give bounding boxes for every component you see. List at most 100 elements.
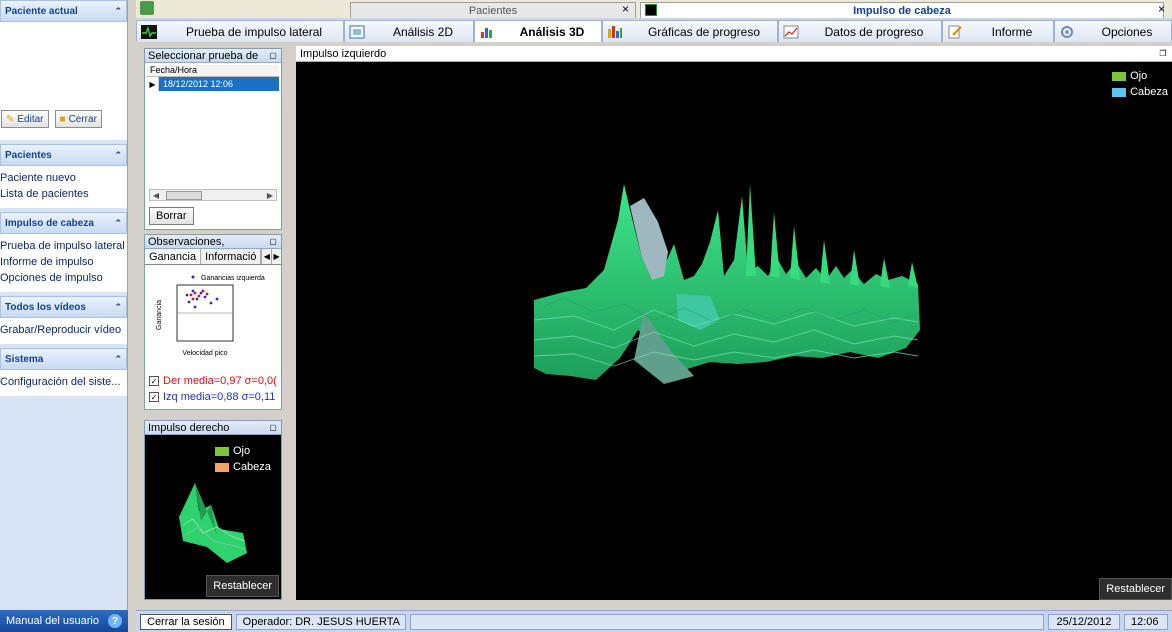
monitor-icon [645, 4, 657, 16]
pin-icon[interactable]: ▢ [268, 237, 278, 247]
select-test-header: Seleccionar prueba de ▢ [145, 49, 281, 63]
videos-header[interactable]: Todos los vídeos ⌃ [0, 296, 127, 318]
pulse-icon [141, 24, 157, 39]
edit-label: Editar [17, 113, 44, 125]
legend-item: Cabeza [1112, 84, 1168, 100]
left-mean-checkbox[interactable]: ✓ [149, 392, 159, 402]
column-header-date: Fecha/Hora [147, 65, 279, 77]
tab-progress-data[interactable]: Datos de progreso [778, 20, 942, 42]
tab-information[interactable]: Informació [201, 249, 262, 264]
left-impulse-surface [534, 184, 920, 384]
legend-label: Ojo [1130, 70, 1148, 82]
table-row[interactable]: ▶ 18/12/2012 12:06 [147, 77, 279, 91]
right-impulse-3d-view[interactable]: Ojo Cabeza Restablecer [145, 435, 281, 599]
scroll-right-icon[interactable]: ▶ [264, 191, 276, 200]
collapse-icon[interactable]: ⌃ [114, 218, 122, 229]
pin-icon[interactable]: ▢ [268, 51, 278, 61]
gain-scatter-plot: Ganancias izquierda Ganancia Velocidad p… [156, 275, 265, 357]
tab-report[interactable]: Informe [942, 20, 1054, 42]
tab-label: Datos de progreso [824, 24, 924, 39]
pencil-icon: ✎ [6, 113, 15, 125]
sidebar-item-impulse-options[interactable]: Opciones de impulso [0, 270, 127, 286]
tab-label: Informe [991, 24, 1033, 39]
legend-item: Ojo [215, 443, 271, 459]
current-patient-section: Paciente actual ⌃ ✎ Editar ■ Cerrar [0, 0, 127, 140]
sidebar-item-lateral-test[interactable]: Prueba de impulso lateral [0, 238, 127, 254]
collapse-icon[interactable]: ⌃ [114, 302, 122, 313]
patients-header[interactable]: Pacientes ⌃ [0, 144, 127, 166]
legend-item: Cabeza [215, 459, 271, 475]
sidebar-item-new-patient[interactable]: Paciente nuevo [0, 170, 127, 186]
right-impulse-header: Impulso derecho ▢ [145, 421, 281, 435]
tab-label: Gráficas de progreso [647, 24, 761, 39]
tab-3d-analysis[interactable]: Análisis 3D [474, 20, 602, 42]
sidebar-item-record-video[interactable]: Grabar/Reproducir vídeo [0, 322, 127, 338]
legend-swatch [215, 462, 229, 472]
tab-label: Prueba de impulso lateral [185, 24, 323, 39]
observations-header: Observaciones, ▢ [145, 235, 281, 249]
left-impulse-title: Impulso izquierdo [300, 47, 387, 60]
sidebar-item-impulse-report[interactable]: Informe de impulso [0, 254, 127, 270]
close-icon[interactable]: × [622, 2, 629, 16]
line-chart-icon [783, 25, 799, 38]
status-date: 25/12/2012 [1048, 613, 1120, 630]
delete-button[interactable]: Borrar [149, 207, 194, 225]
system-header[interactable]: Sistema ⌃ [0, 348, 127, 370]
impulse-header[interactable]: Impulso de cabeza ⌃ [0, 212, 127, 234]
tab-progress-graphs[interactable]: Gráficas de progreso [602, 20, 778, 42]
tab-options[interactable]: Opciones [1054, 20, 1172, 42]
app-icon [140, 1, 154, 15]
sidebar: Paciente actual ⌃ ✎ Editar ■ Cerrar Paci… [0, 0, 128, 632]
close-label: Cerrar [68, 113, 97, 125]
observations-title: Observaciones, [148, 235, 225, 248]
tab-label: Análisis 3D [519, 24, 585, 39]
sidebar-item-patient-list[interactable]: Lista de pacientes [0, 186, 127, 202]
edit-patient-button[interactable]: ✎ Editar [1, 110, 49, 128]
chevron-right-icon[interactable]: ▶ [271, 249, 281, 264]
report-icon [948, 25, 962, 38]
date-cell[interactable]: 18/12/2012 12:06 [159, 77, 279, 91]
close-icon[interactable]: × [1158, 2, 1165, 16]
reset-button[interactable]: Restablecer [1099, 578, 1172, 600]
pin-icon[interactable]: ▢ [268, 423, 278, 433]
sidebar-item-system-config[interactable]: Configuración del siste... [0, 374, 127, 390]
legend-swatch [1112, 87, 1127, 97]
status-bar: Cerrar la sesión Operador: DR. JESUS HUE… [136, 610, 1172, 632]
tab-2d-analysis[interactable]: Análisis 2D [344, 20, 474, 42]
chart-2d-icon [349, 25, 365, 38]
collapse-icon[interactable]: ⌃ [114, 354, 122, 365]
collapse-icon[interactable]: ⌃ [114, 150, 122, 161]
horizontal-scrollbar[interactable]: ◀ ▶ [149, 189, 277, 201]
patient-info-area [0, 22, 127, 108]
left-impulse-3d-view[interactable]: Ojo Cabeza Restablecer [296, 62, 1172, 600]
user-manual-button[interactable]: Manual del usuario ? [0, 610, 128, 632]
tab-gain[interactable]: Ganancia [145, 249, 202, 264]
tab-pacientes-doc[interactable]: Pacientes [350, 2, 636, 18]
current-patient-header[interactable]: Paciente actual ⌃ [0, 0, 127, 22]
status-spacer [409, 613, 1044, 630]
observations-tabs: Ganancia Informació ◀ ▶ [145, 249, 281, 265]
logout-button[interactable]: Cerrar la sesión [140, 613, 232, 630]
patients-section: Pacientes ⌃ Paciente nuevo Lista de paci… [0, 144, 127, 208]
main-legend: Ojo Cabeza [1112, 68, 1168, 100]
close-patient-button[interactable]: ■ Cerrar [54, 110, 102, 128]
restore-icon[interactable]: ❐ [1158, 49, 1168, 59]
scroll-left-icon[interactable]: ◀ [150, 191, 162, 200]
impulse-title: Impulso de cabeza [5, 217, 94, 229]
tab-label: Análisis 2D [392, 24, 454, 39]
collapse-icon[interactable]: ⌃ [114, 6, 122, 17]
tab-lateral-test[interactable]: Prueba de impulso lateral [136, 20, 344, 42]
chart-3d-icon [481, 27, 492, 38]
tab-label: Opciones [1101, 24, 1153, 39]
reset-button[interactable]: Restablecer [206, 575, 279, 597]
system-section: Sistema ⌃ Configuración del siste... [0, 348, 127, 396]
scroll-thumb[interactable] [166, 190, 202, 200]
right-mean-row: ✓ Der media=0,97 σ=0,0( [145, 373, 281, 389]
chevron-left-icon[interactable]: ◀ [261, 249, 271, 264]
y-axis-label: Ganancia [156, 300, 163, 330]
system-title: Sistema [5, 353, 44, 365]
right-mean-checkbox[interactable]: ✓ [149, 376, 159, 386]
gear-icon [1061, 25, 1073, 38]
tab-impulso-doc[interactable]: Impulso de cabeza [640, 2, 1164, 18]
current-patient-title: Paciente actual [5, 5, 78, 17]
